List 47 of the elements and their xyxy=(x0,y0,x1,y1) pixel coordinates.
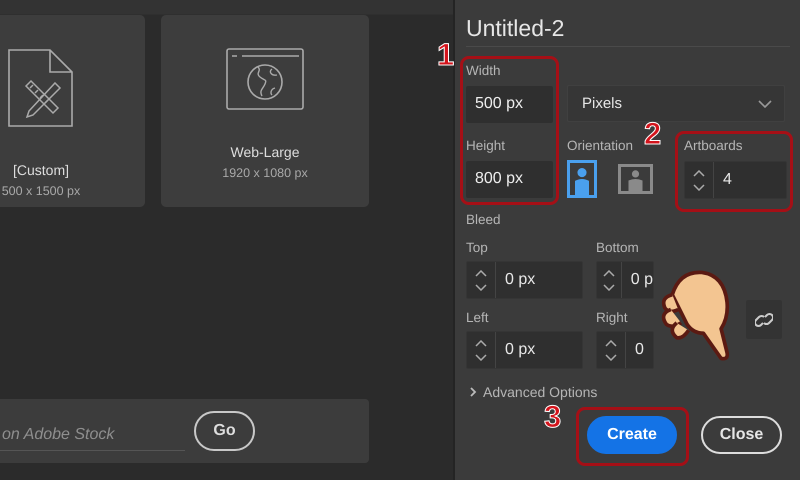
preset-size: 1920 x 1080 px xyxy=(222,166,308,180)
increment-icon[interactable] xyxy=(605,340,617,346)
number-field[interactable]: 4 xyxy=(684,161,787,199)
section-label: Bleed xyxy=(466,212,502,228)
search-field[interactable]: on Adobe Stock xyxy=(0,419,185,451)
decrement-icon[interactable] xyxy=(475,284,487,290)
increment-icon[interactable] xyxy=(475,340,487,346)
increment-icon[interactable] xyxy=(475,270,487,276)
portrait-orientation-icon[interactable] xyxy=(567,160,597,198)
number-field[interactable]: 0 px xyxy=(466,331,583,369)
preset-card[interactable]: [Custom] 500 x 1500 px xyxy=(0,15,145,207)
decrement-icon[interactable] xyxy=(475,354,487,360)
field-label: Bottom xyxy=(596,240,640,256)
height-field[interactable]: 800 px xyxy=(466,161,553,198)
go-button[interactable]: Go xyxy=(194,411,255,451)
create-button[interactable]: Create xyxy=(587,416,677,454)
field-label: Artboards xyxy=(684,138,744,154)
preset-name: [Custom] xyxy=(12,162,69,178)
landscape-orientation-icon[interactable] xyxy=(618,164,653,194)
preset-card[interactable]: Web-Large 1920 x 1080 px xyxy=(161,15,369,207)
field-label: Left xyxy=(466,310,490,326)
number-field[interactable]: 0 p xyxy=(596,261,654,299)
width-field[interactable]: 500 px xyxy=(466,86,553,123)
decrement-icon[interactable] xyxy=(602,284,615,290)
close-button[interactable]: Close xyxy=(701,416,782,454)
field-label: Width xyxy=(466,63,502,79)
field-label: Height xyxy=(466,138,506,154)
number-field[interactable]: 0 xyxy=(596,331,654,369)
increment-icon[interactable] xyxy=(693,170,705,176)
field-label: Top xyxy=(466,240,489,256)
field-label: Orientation xyxy=(567,138,634,154)
document-title[interactable]: Untitled-2 xyxy=(466,0,790,47)
link-icon xyxy=(755,310,773,328)
units-dropdown[interactable]: Pixels xyxy=(567,85,785,122)
increment-icon[interactable] xyxy=(602,270,615,276)
advanced-options-toggle[interactable]: Advanced Options xyxy=(470,384,598,400)
number-field[interactable]: 0 px xyxy=(466,261,583,299)
field-label: Right xyxy=(596,310,629,326)
link-button[interactable] xyxy=(746,300,782,339)
decrement-icon[interactable] xyxy=(693,184,705,190)
preset-name: Web-Large xyxy=(230,144,300,160)
preset-size: 500 x 1500 px xyxy=(2,184,80,198)
step-number: 1 xyxy=(437,39,454,70)
decrement-icon[interactable] xyxy=(605,354,617,360)
chevron-down-icon[interactable] xyxy=(758,100,772,108)
browser-globe-icon xyxy=(225,47,305,111)
step-number: 3 xyxy=(544,401,562,432)
